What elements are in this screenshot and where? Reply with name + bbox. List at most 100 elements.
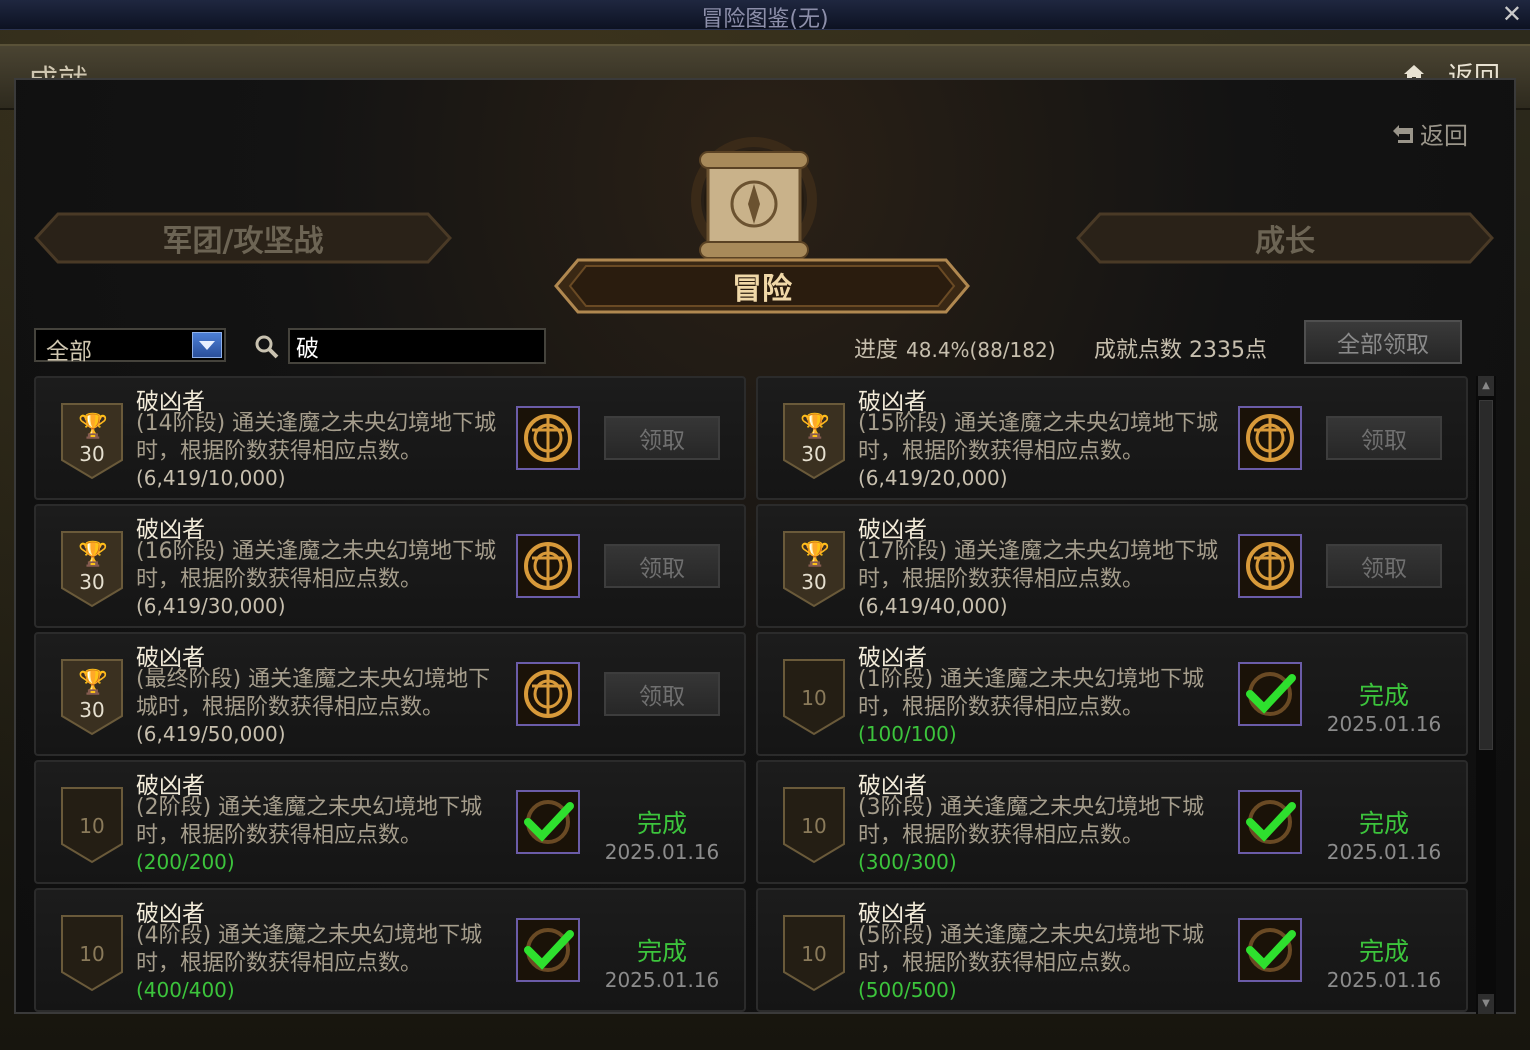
achievement-progress: (100/100) <box>858 722 957 746</box>
achievement-points: 成就点数 2335点 <box>1094 338 1267 363</box>
return-arrow-icon <box>1393 124 1413 143</box>
points-value: 30 <box>79 442 105 466</box>
points-shield-icon: 🏆 30 <box>782 530 846 608</box>
achievement-desc: (16阶段) 通关逢魔之未央幻境地下城时，根据阶数获得相应点数。 <box>136 539 497 592</box>
completion-date: 2025.01.16 <box>1326 968 1442 992</box>
sub-back-label: 返回 <box>1420 122 1468 150</box>
achievement-desc: (4阶段) 通关逢魔之未央幻境地下城时，根据阶数获得相应点数。 <box>136 923 483 976</box>
status-complete: 完成 <box>1358 809 1409 838</box>
status-complete: 完成 <box>636 809 687 838</box>
trophy-icon: 🏆 <box>78 668 108 696</box>
achievement-progress: (6,419/50,000) <box>136 722 286 746</box>
achievement-card: 10 破凶者 (3阶段) 通关逢魔之未央幻境地下城时，根据阶数获得相应点数。 (300… <box>756 760 1468 884</box>
scroll-up-icon[interactable]: ▲ <box>1478 376 1494 396</box>
achievement-card: 10 破凶者 (2阶段) 通关逢魔之未央幻境地下城时，根据阶数获得相应点数。 (200… <box>34 760 746 884</box>
search-icon <box>255 335 279 359</box>
status-complete: 完成 <box>636 937 687 966</box>
emblem-reward-icon <box>516 534 580 598</box>
achievement-desc: (17阶段) 通关逢魔之未央幻境地下城时，根据阶数获得相应点数。 <box>858 539 1219 592</box>
points-value: 10 <box>801 686 827 710</box>
points-shield-icon: 10 <box>782 786 846 864</box>
claim-button[interactable]: 领取 <box>604 416 720 460</box>
sub-back-button[interactable]: 返回 <box>1392 116 1468 151</box>
emblem-reward-icon <box>516 662 580 726</box>
tab-legion-siege[interactable]: 军团/攻坚战 <box>34 212 452 264</box>
achievement-list: 🏆 30 破凶者 (14阶段) 通关逢魔之未央幻境地下城时，根据阶数获得相应点数。 (6… <box>30 374 1474 1014</box>
tab-adventure[interactable]: 冒险 <box>552 256 972 316</box>
claim-button[interactable]: 领取 <box>1326 544 1442 588</box>
achievement-card: 10 破凶者 (5阶段) 通关逢魔之未央幻境地下城时，根据阶数获得相应点数。 (500… <box>756 888 1468 1012</box>
achievement-progress: (300/300) <box>858 850 957 874</box>
close-icon[interactable]: ✕ <box>1502 0 1522 28</box>
tab-legion-siege-label: 军团/攻坚战 <box>162 224 324 259</box>
achievement-desc: (最终阶段) 通关逢魔之未央幻境地下城时，根据阶数获得相应点数。 <box>136 667 491 720</box>
points-value: 10 <box>801 814 827 838</box>
achievement-progress: (6,419/20,000) <box>858 466 1008 490</box>
claim-button[interactable]: 领取 <box>604 544 720 588</box>
claim-button[interactable]: 领取 <box>604 672 720 716</box>
achievement-card: 10 破凶者 (4阶段) 通关逢魔之未央幻境地下城时，根据阶数获得相应点数。 (400… <box>34 888 746 1012</box>
achievement-desc: (5阶段) 通关逢魔之未央幻境地下城时，根据阶数获得相应点数。 <box>858 923 1205 976</box>
achievement-card: 🏆 30 破凶者 (14阶段) 通关逢魔之未央幻境地下城时，根据阶数获得相应点数。 (6… <box>34 376 746 500</box>
completion-date: 2025.01.16 <box>1326 840 1442 864</box>
check-icon <box>516 918 580 982</box>
achievement-card: 10 破凶者 (1阶段) 通关逢魔之未央幻境地下城时，根据阶数获得相应点数。 (100… <box>756 632 1468 756</box>
points-value: 30 <box>79 698 105 722</box>
chevron-down-icon[interactable] <box>192 332 222 358</box>
points-shield-icon: 🏆 30 <box>60 658 124 736</box>
achievement-progress: (400/400) <box>136 978 235 1002</box>
achievement-progress: (6,419/10,000) <box>136 466 286 490</box>
progress-text: 进度 48.4%(88/182) <box>854 332 1056 364</box>
completion-date: 2025.01.16 <box>604 968 720 992</box>
points-shield-icon: 🏆 30 <box>782 402 846 480</box>
points-shield-icon: 10 <box>60 786 124 864</box>
trophy-icon: 🏆 <box>78 412 108 440</box>
scroll-thumb[interactable] <box>1479 400 1493 750</box>
trophy-icon: 🏆 <box>800 412 830 440</box>
points-value: 30 <box>801 570 827 594</box>
check-icon <box>516 790 580 854</box>
status-complete: 完成 <box>1358 937 1409 966</box>
emblem-reward-icon <box>516 406 580 470</box>
completion-date: 2025.01.16 <box>1326 712 1442 736</box>
category-dropdown[interactable]: 全部 <box>34 328 226 365</box>
tab-growth-label: 成长 <box>1255 224 1315 259</box>
achievement-progress: (6,419/40,000) <box>858 594 1008 618</box>
points-shield-icon: 10 <box>60 914 124 992</box>
progress-value: 48.4%(88/182) <box>906 338 1056 362</box>
trophy-icon: 🏆 <box>800 540 830 568</box>
achievement-card: 🏆 30 破凶者 (15阶段) 通关逢魔之未央幻境地下城时，根据阶数获得相应点数。 (6… <box>756 376 1468 500</box>
points-value: 10 <box>79 814 105 838</box>
tab-growth[interactable]: 成长 <box>1076 212 1494 264</box>
tab-adventure-label: 冒险 <box>732 272 792 307</box>
achievement-progress: (6,419/30,000) <box>136 594 286 618</box>
list-scrollbar[interactable]: ▲ ▼ <box>1476 376 1496 1014</box>
window-title-bar: 冒险图鉴(无) ✕ <box>0 0 1530 32</box>
search-input[interactable] <box>288 328 546 364</box>
check-icon <box>1238 918 1302 982</box>
points-shield-icon: 🏆 30 <box>60 530 124 608</box>
achievement-desc: (1阶段) 通关逢魔之未央幻境地下城时，根据阶数获得相应点数。 <box>858 667 1205 720</box>
points-shield-icon: 🏆 30 <box>60 402 124 480</box>
points-shield-icon: 10 <box>782 658 846 736</box>
completion-date: 2025.01.16 <box>604 840 720 864</box>
points-value: 10 <box>79 942 105 966</box>
achievement-progress: (500/500) <box>858 978 957 1002</box>
dropdown-value: 全部 <box>46 339 92 365</box>
achievement-progress: (200/200) <box>136 850 235 874</box>
check-icon <box>1238 790 1302 854</box>
points-value: 30 <box>801 442 827 466</box>
window-title: 冒险图鉴(无) <box>701 7 829 32</box>
scroll-compass-emblem <box>691 137 817 260</box>
points-value: 30 <box>79 570 105 594</box>
scroll-down-icon[interactable]: ▼ <box>1478 994 1494 1014</box>
points-value: 10 <box>801 942 827 966</box>
points-shield-icon: 10 <box>782 914 846 992</box>
achievement-card: 🏆 30 破凶者 (最终阶段) 通关逢魔之未央幻境地下城时，根据阶数获得相应点数。 (6… <box>34 632 746 756</box>
achievement-desc: (3阶段) 通关逢魔之未央幻境地下城时，根据阶数获得相应点数。 <box>858 795 1205 848</box>
achievement-card: 🏆 30 破凶者 (17阶段) 通关逢魔之未央幻境地下城时，根据阶数获得相应点数。 (6… <box>756 504 1468 628</box>
claim-button[interactable]: 领取 <box>1326 416 1442 460</box>
achievement-card: 🏆 30 破凶者 (16阶段) 通关逢魔之未央幻境地下城时，根据阶数获得相应点数。 (6… <box>34 504 746 628</box>
claim-all-button[interactable]: 全部领取 <box>1304 320 1462 364</box>
achievement-desc: (15阶段) 通关逢魔之未央幻境地下城时，根据阶数获得相应点数。 <box>858 411 1219 464</box>
